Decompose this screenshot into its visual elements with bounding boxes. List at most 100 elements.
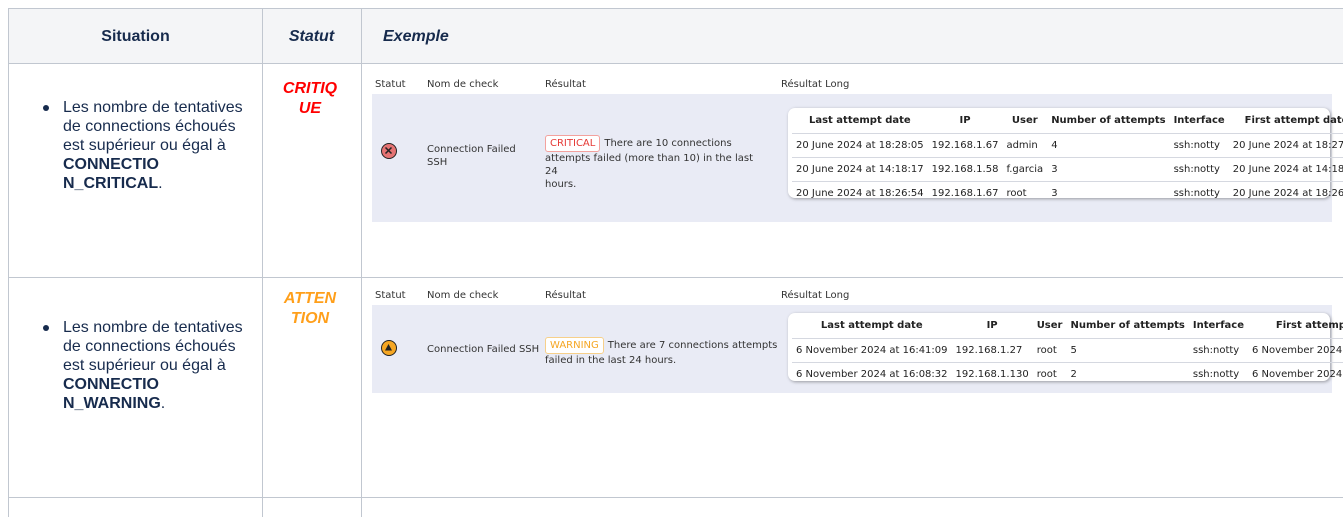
col-check: Nom de check	[427, 79, 499, 90]
bullet-icon	[43, 105, 49, 111]
situation-bold: CONNECTIO	[63, 156, 159, 173]
cell: 192.168.1.67	[927, 180, 1003, 205]
statut-critical: CRITIQ UE	[279, 79, 341, 119]
cell: admin	[1002, 132, 1048, 157]
cell: 192.168.1.27	[951, 337, 1033, 362]
cell: 2	[1066, 361, 1189, 386]
table-row: 6 November 2024 at 16:41:09 192.168.1.27…	[792, 337, 1343, 362]
header-exemple: Exemple	[383, 27, 449, 45]
situation-bold: CONNECTIO	[63, 376, 159, 393]
cell: ssh:notty	[1188, 361, 1249, 386]
cell: ssh:notty	[1188, 337, 1249, 362]
header-situation: Situation	[101, 27, 170, 45]
bullet-icon	[43, 325, 49, 331]
result-line: There are 10 connections	[604, 138, 732, 149]
check-name: Connection Failed SSH	[427, 143, 516, 169]
result-line: failed in the last 24 hours.	[545, 355, 677, 366]
row-divider	[9, 497, 1343, 498]
column-divider	[361, 9, 362, 517]
statut-line: TION	[290, 310, 330, 327]
result-text: WARNING There are 7 connections attempts …	[545, 337, 785, 367]
cell: 192.168.1.67	[927, 132, 1003, 157]
situation-text: Les nombre de tentatives de connections …	[63, 319, 243, 374]
th-last-attempt: Last attempt date	[820, 320, 923, 332]
cell: 3	[1047, 156, 1170, 181]
th-user: User	[1011, 115, 1038, 127]
result-text: CRITICAL There are 10 connections attempt…	[545, 135, 765, 191]
th-attempts: Number of attempts	[1051, 115, 1166, 127]
long-result-table: Last attempt date IP User Number of atte…	[792, 314, 1343, 386]
col-long: Résultat Long	[781, 79, 850, 90]
panel-body: Connection Failed SSH WARNING There are 7…	[372, 305, 1343, 393]
col-long: Résultat Long	[781, 290, 850, 301]
cell: 6 November 2024 at 13:10:02	[1248, 337, 1343, 362]
panel-body: Connection Failed SSH CRITICAL There are …	[372, 94, 1343, 222]
th-ip: IP	[959, 115, 971, 127]
cell: f.garcia	[1002, 156, 1048, 181]
col-result: Résultat	[545, 79, 586, 90]
long-result-card: Last attempt date IP User Number of atte…	[788, 313, 1343, 386]
situation-warning: Les nombre de tentatives de connections …	[43, 318, 253, 413]
table-row: 20 June 2024 at 18:26:54 192.168.1.67 ro…	[792, 180, 1343, 205]
cell: ssh:notty	[1169, 156, 1229, 181]
cell: root	[1032, 337, 1067, 362]
th-ip: IP	[986, 320, 998, 332]
situation-text: Les nombre de tentatives de connections …	[63, 99, 243, 154]
example-warning-panel: Statut Nom de check Résultat Résultat Lo…	[372, 285, 1343, 393]
panel-header: Statut Nom de check Résultat Résultat Lo…	[372, 285, 1332, 305]
cell: root	[1032, 361, 1067, 386]
statut-warning: ATTEN TION	[279, 289, 341, 329]
statut-line: UE	[298, 100, 322, 117]
cell: 6 November 2024 at 15:20:29	[1248, 361, 1343, 386]
cell: 6 November 2024 at 16:08:32	[792, 361, 952, 386]
cell: ssh:notty	[1169, 180, 1229, 205]
situation-suffix: .	[160, 395, 166, 412]
th-first-attempt: First attempt date	[1275, 320, 1343, 332]
status-badge: WARNING	[545, 337, 604, 354]
statut-line: CRITIQ	[282, 80, 338, 97]
situation-suffix: .	[158, 175, 163, 192]
situation-critical: Les nombre de tentatives de connections …	[43, 98, 253, 193]
cell: 192.168.1.130	[951, 361, 1033, 386]
th-last-attempt: Last attempt date	[808, 115, 911, 127]
result-line: There are 7 connections attempts	[607, 340, 778, 351]
check-name-line: SSH	[427, 157, 448, 168]
cell: 6 November 2024 at 16:41:09	[792, 337, 952, 362]
critical-circle-icon	[381, 143, 397, 159]
panel-header: Statut Nom de check Résultat Résultat Lo…	[372, 74, 1332, 94]
column-divider	[262, 9, 263, 517]
long-result-card: Last attempt date IP User Number of atte…	[788, 108, 1343, 205]
cell: root	[1002, 180, 1048, 205]
check-name: Connection Failed SSH	[427, 344, 540, 355]
cell: 4	[1047, 132, 1170, 157]
th-attempts: Number of attempts	[1070, 320, 1185, 332]
cell: 20 June 2024 at 14:18:17	[792, 156, 928, 181]
situation-bold: N_CRITICAL	[63, 175, 159, 192]
cell: 20 June 2024 at 18:28:05	[792, 132, 928, 157]
header-statut: Statut	[288, 27, 335, 45]
cell: 192.168.1.58	[927, 156, 1003, 181]
check-name-line: Connection Failed	[427, 144, 516, 155]
col-result: Résultat	[545, 290, 586, 301]
table-row: 20 June 2024 at 14:18:17 192.168.1.58 f.…	[792, 156, 1343, 181]
cell: 20 June 2024 at 14:18:09	[1228, 156, 1343, 181]
result-line: attempts failed (more than 10) in the la…	[545, 153, 754, 177]
cell: 20 June 2024 at 18:26:54	[792, 180, 928, 205]
example-critical-panel: Statut Nom de check Résultat Résultat Lo…	[372, 74, 1343, 222]
row-divider	[9, 277, 1343, 278]
statut-line: ATTEN	[283, 290, 337, 307]
cell: ssh:notty	[1169, 132, 1229, 157]
situation-bold: N_WARNING	[63, 395, 161, 412]
result-line: hours.	[545, 179, 577, 190]
status-table: Situation Statut Exemple Les nombre de t…	[8, 8, 1343, 517]
warning-circle-icon	[381, 340, 397, 356]
long-result-table: Last attempt date IP User Number of atte…	[792, 109, 1343, 205]
table-row: 6 November 2024 at 16:08:32 192.168.1.13…	[792, 361, 1343, 386]
col-statut: Statut	[375, 290, 406, 301]
cell: 20 June 2024 at 18:26:21	[1228, 180, 1343, 205]
status-badge: CRITICAL	[545, 135, 601, 152]
col-check: Nom de check	[427, 290, 499, 301]
th-interface: Interface	[1173, 115, 1225, 127]
table-row: 20 June 2024 at 18:28:05 192.168.1.67 ad…	[792, 132, 1343, 157]
th-user: User	[1036, 320, 1063, 332]
